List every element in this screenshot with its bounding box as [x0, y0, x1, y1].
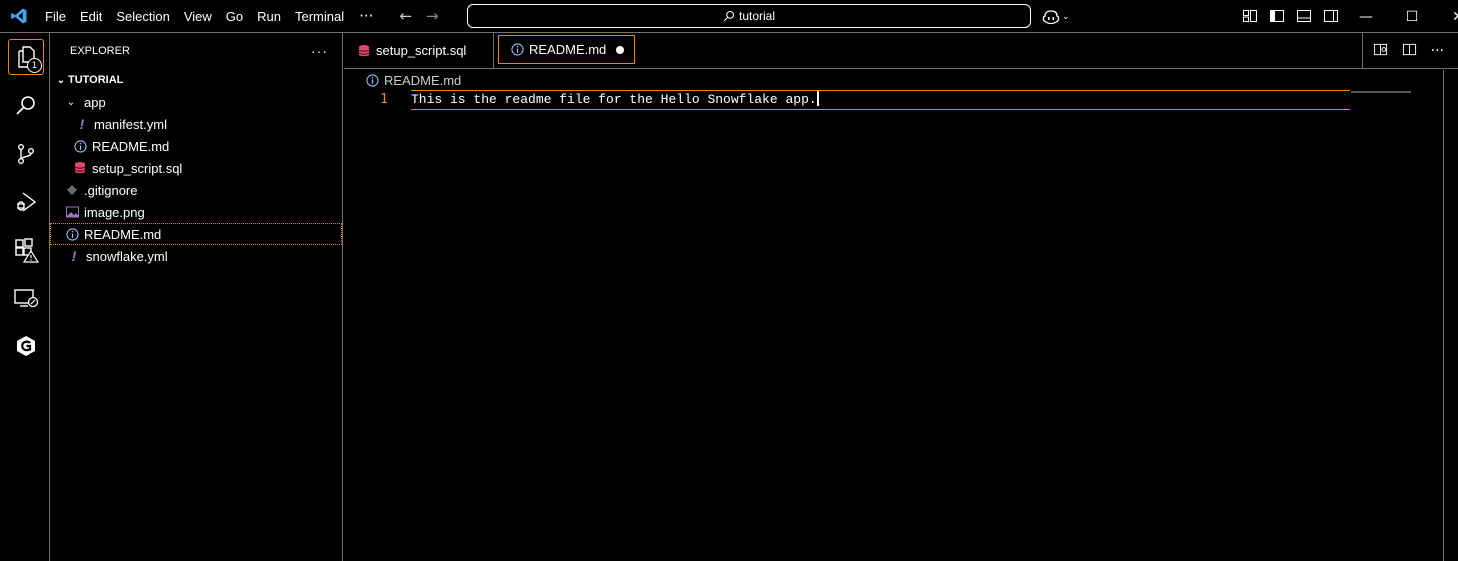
editor-line: 1 This is the readme file for the Hello …	[344, 90, 1350, 110]
tab-label: setup_script.sql	[376, 43, 467, 58]
gitkraken-activity-button[interactable]	[8, 328, 44, 364]
file-snowflake-yml[interactable]: ! snowflake.yml	[50, 245, 342, 267]
file-label: setup_script.sql	[92, 160, 183, 176]
remote-explorer-activity-button[interactable]	[8, 280, 44, 316]
yaml-file-icon: !	[71, 248, 77, 264]
info-file-icon	[72, 138, 88, 154]
editor-text-area[interactable]: This is the readme file for the Hello Sn…	[411, 90, 1350, 110]
info-file-icon	[509, 42, 525, 58]
command-center-text: tutorial	[738, 9, 776, 23]
extensions-activity-button[interactable]	[8, 232, 44, 268]
close-icon[interactable]: ✕	[1435, 0, 1458, 33]
file-label: image.png	[84, 204, 145, 220]
breadcrumb: README.md	[344, 70, 1444, 90]
minimap[interactable]	[1351, 90, 1443, 95]
tab-readme-md[interactable]: README.md	[498, 35, 636, 64]
forward-arrow-icon[interactable]: →	[426, 7, 439, 25]
info-file-icon	[364, 72, 380, 88]
more-actions-icon[interactable]: ···	[1431, 43, 1444, 59]
copilot-menu[interactable]: ⌄	[1042, 7, 1076, 27]
activity-bar: 1	[0, 33, 50, 561]
explorer-sidebar: EXPLORER ··· ⌄ TUTORIAL ⌄ app ! manifest…	[50, 33, 343, 561]
menu-terminal[interactable]: Terminal	[288, 0, 351, 33]
run-debug-activity-button[interactable]	[8, 184, 44, 220]
yaml-file-icon: !	[79, 116, 85, 132]
layout-controls	[1242, 8, 1340, 25]
vscode-logo-icon	[0, 0, 38, 33]
extensions-warning-icon	[15, 238, 39, 263]
line-number: 1	[380, 92, 388, 107]
minimize-icon[interactable]: —	[1343, 0, 1389, 33]
menu-file[interactable]: File	[38, 0, 73, 33]
explorer-activity-button[interactable]: 1	[8, 39, 44, 75]
open-preview-icon[interactable]	[1373, 42, 1388, 61]
file-label: README.md	[84, 226, 162, 242]
maximize-icon[interactable]: ☐	[1389, 0, 1435, 33]
window-controls: — ☐ ✕	[1343, 0, 1458, 33]
run-debug-icon	[17, 192, 37, 212]
editor-actions: ···	[1361, 33, 1458, 69]
file-manifest-yml[interactable]: ! manifest.yml	[50, 113, 342, 135]
image-file-icon	[64, 204, 80, 220]
folder-app[interactable]: ⌄ app	[50, 91, 342, 113]
unsaved-dot-icon[interactable]	[616, 45, 625, 54]
split-editor-icon[interactable]	[1402, 42, 1417, 61]
info-file-icon	[64, 226, 80, 242]
copilot-icon	[1042, 10, 1060, 25]
chevron-down-icon: ⌄	[56, 74, 66, 86]
explorer-badge: 1	[27, 58, 42, 73]
search-activity-button[interactable]	[8, 88, 44, 124]
git-file-icon	[64, 182, 80, 198]
file-gitignore[interactable]: .gitignore	[50, 179, 342, 201]
chevron-down-icon: ⌄	[1062, 12, 1070, 22]
remote-explorer-icon	[14, 289, 39, 308]
search-icon	[723, 10, 735, 22]
menu-selection[interactable]: Selection	[109, 0, 176, 33]
menu-view[interactable]: View	[177, 0, 219, 33]
file-label: manifest.yml	[94, 116, 167, 132]
breadcrumb-file[interactable]: README.md	[384, 73, 461, 88]
menu-run[interactable]: Run	[250, 0, 288, 33]
tab-label: README.md	[529, 42, 607, 57]
menu-go[interactable]: Go	[219, 0, 250, 33]
text-cursor	[816, 91, 819, 106]
explorer-header: EXPLORER ···	[50, 33, 342, 69]
gitkraken-logo-icon	[17, 336, 35, 356]
navigation-arrows: ← →	[399, 7, 438, 25]
toggle-panel-icon[interactable]	[1296, 8, 1313, 25]
source-control-icon	[17, 144, 34, 165]
back-arrow-icon[interactable]: ←	[399, 7, 412, 25]
file-readme-md[interactable]: README.md	[50, 223, 342, 245]
vertical-scrollbar[interactable]	[1443, 70, 1444, 561]
menu-edit[interactable]: Edit	[73, 0, 109, 33]
workspace-root-folder[interactable]: ⌄ TUTORIAL	[50, 69, 342, 91]
toggle-secondary-sidebar-icon[interactable]	[1323, 8, 1340, 25]
database-file-icon	[356, 43, 372, 59]
customize-layout-icon[interactable]	[1242, 8, 1259, 25]
line-content: This is the readme file for the Hello Sn…	[411, 92, 817, 107]
source-control-activity-button[interactable]	[8, 136, 44, 172]
file-app-readme-md[interactable]: README.md	[50, 135, 342, 157]
file-label: .gitignore	[84, 182, 138, 198]
title-bar: File Edit Selection View Go Run Terminal…	[0, 0, 1458, 33]
tab-setup-script-sql[interactable]: setup_script.sql	[344, 33, 494, 68]
menu-bar: File Edit Selection View Go Run Terminal…	[38, 0, 381, 33]
explorer-more-actions-icon[interactable]: ···	[311, 43, 328, 59]
workspace-root-label: TUTORIAL	[68, 74, 124, 86]
explorer-title: EXPLORER	[70, 45, 130, 57]
file-image-png[interactable]: image.png	[50, 201, 342, 223]
toggle-primary-sidebar-icon[interactable]	[1269, 8, 1286, 25]
file-label: snowflake.yml	[86, 248, 168, 264]
minimap-line	[1351, 91, 1411, 93]
editor-tabs: setup_script.sql README.md ···	[344, 33, 1458, 69]
search-icon	[16, 96, 35, 115]
command-center-search[interactable]: tutorial	[467, 4, 1031, 28]
file-label: README.md	[92, 138, 170, 154]
chevron-down-icon: ⌄	[66, 96, 76, 108]
folder-app-label: app	[84, 94, 106, 110]
file-setup-script-sql[interactable]: setup_script.sql	[50, 157, 342, 179]
database-file-icon	[72, 160, 88, 176]
menu-more-icon[interactable]: ···	[351, 0, 381, 33]
